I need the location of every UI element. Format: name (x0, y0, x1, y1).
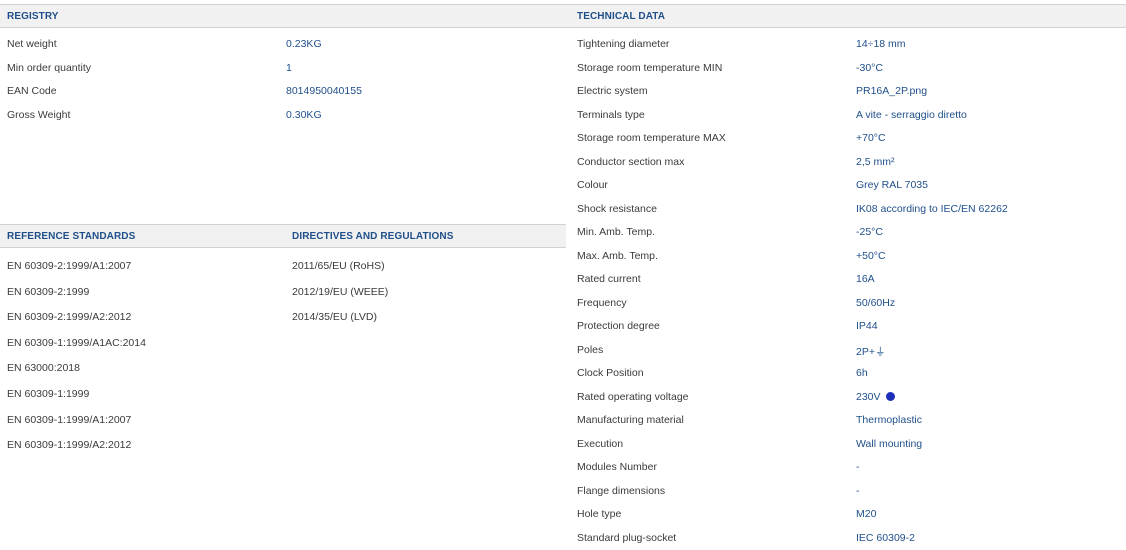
technical-label: Execution (577, 437, 624, 450)
technical-label: Manufacturing material (577, 414, 684, 426)
registry-label: Min order quantity (7, 61, 92, 74)
technical-label: Rated current (577, 273, 641, 285)
technical-label: Tightening diameter (577, 38, 670, 50)
technical-value: 14÷18 mm (856, 38, 906, 50)
standard-item: EN 60309-1:1999/A2:2012 (7, 439, 132, 452)
standard-item: EN 60309-1:1999/A1:2007 (7, 413, 132, 426)
registry-title: REGISTRY (7, 11, 59, 22)
technical-value: Grey RAL 7035 (856, 179, 928, 191)
technical-label: Max. Amb. Temp. (577, 249, 658, 262)
technical-label: Terminals type (577, 108, 645, 121)
technical-value: - (856, 461, 860, 473)
technical-value: IK08 according to IEC/EN 62262 (856, 202, 1008, 215)
technical-label: Storage room temperature MIN (577, 61, 723, 74)
technical-value: - (856, 484, 860, 497)
technical-value: IP44 (856, 320, 878, 332)
registry-header: REGISTRY (0, 4, 566, 28)
technical-value: Thermoplastic (856, 414, 922, 426)
standard-item: EN 60309-2:1999 (7, 285, 90, 298)
standards-title: REFERENCE STANDARDS (7, 231, 136, 242)
technical-label: Clock Position (577, 367, 644, 379)
technical-value: -25°C (856, 226, 883, 238)
standard-item: EN 60309-2:1999/A2:2012 (7, 311, 132, 324)
technical-label: Standard plug-socket (577, 531, 677, 544)
registry-value: 1 (286, 61, 292, 74)
registry-value: 0.23KG (286, 38, 322, 50)
voltage-indicator-icon (885, 391, 895, 401)
technical-value: +50°C (856, 249, 886, 262)
rated-voltage-text: 230V (856, 390, 881, 403)
technical-title: TECHNICAL DATA (577, 11, 666, 22)
technical-value: 6h (856, 367, 868, 379)
technical-label: Poles (577, 343, 604, 356)
technical-value: IEC 60309-2 (856, 531, 915, 544)
technical-value: 2P+⏚ (856, 345, 886, 358)
technical-label: Conductor section max (577, 155, 685, 168)
technical-value: PR16A_2P.png (856, 85, 928, 97)
directive-item: 2012/19/EU (WEEE) (292, 285, 389, 298)
technical-value: 50/60Hz (856, 296, 896, 309)
technical-label: Modules Number (577, 461, 657, 473)
registry-label: Gross Weight (7, 109, 71, 122)
technical-label: Hole type (577, 508, 622, 520)
standard-item: EN 60309-2:1999/A1:2007 (7, 260, 132, 272)
registry-label: EAN Code (7, 85, 57, 98)
technical-value: A vite - serraggio diretto (856, 108, 967, 121)
standard-item: EN 63000:2018 (7, 362, 80, 375)
technical-label: Protection degree (577, 320, 660, 332)
technical-label: Rated operating voltage (577, 390, 689, 403)
technical-label: Min. Amb. Temp. (577, 226, 656, 238)
technical-label: Shock resistance (577, 202, 657, 215)
standards-header: REFERENCE STANDARDS DIRECTIVES AND REGUL… (0, 224, 566, 248)
technical-label: Flange dimensions (577, 484, 666, 497)
technical-value: +70°C (856, 132, 886, 144)
standard-item: EN 60309-1:1999 (7, 388, 90, 400)
technical-label: Storage room temperature MAX (577, 132, 726, 144)
registry-value: 8014950040155 (286, 85, 362, 98)
directive-item: 2011/65/EU (RoHS) (292, 260, 385, 272)
directive-item: 2014/35/EU (LVD) (292, 311, 378, 324)
directives-title: DIRECTIVES AND REGULATIONS (292, 231, 454, 242)
technical-value: M20 (856, 508, 877, 520)
technical-value: -30°C (856, 61, 883, 74)
technical-label: Colour (577, 179, 608, 191)
standard-item: EN 60309-1:1999/A1AC:2014 (7, 336, 146, 349)
rated-voltage-value: 230V (856, 391, 895, 403)
technical-label: Frequency (577, 296, 627, 309)
technical-header: TECHNICAL DATA (566, 4, 1126, 28)
technical-label: Electric system (577, 85, 648, 97)
registry-label: Net weight (7, 38, 57, 50)
registry-value: 0.30KG (286, 109, 322, 122)
technical-value: 16A (856, 273, 875, 285)
technical-value: 2,5 mm² (856, 155, 895, 168)
technical-value: Wall mounting (856, 437, 923, 450)
